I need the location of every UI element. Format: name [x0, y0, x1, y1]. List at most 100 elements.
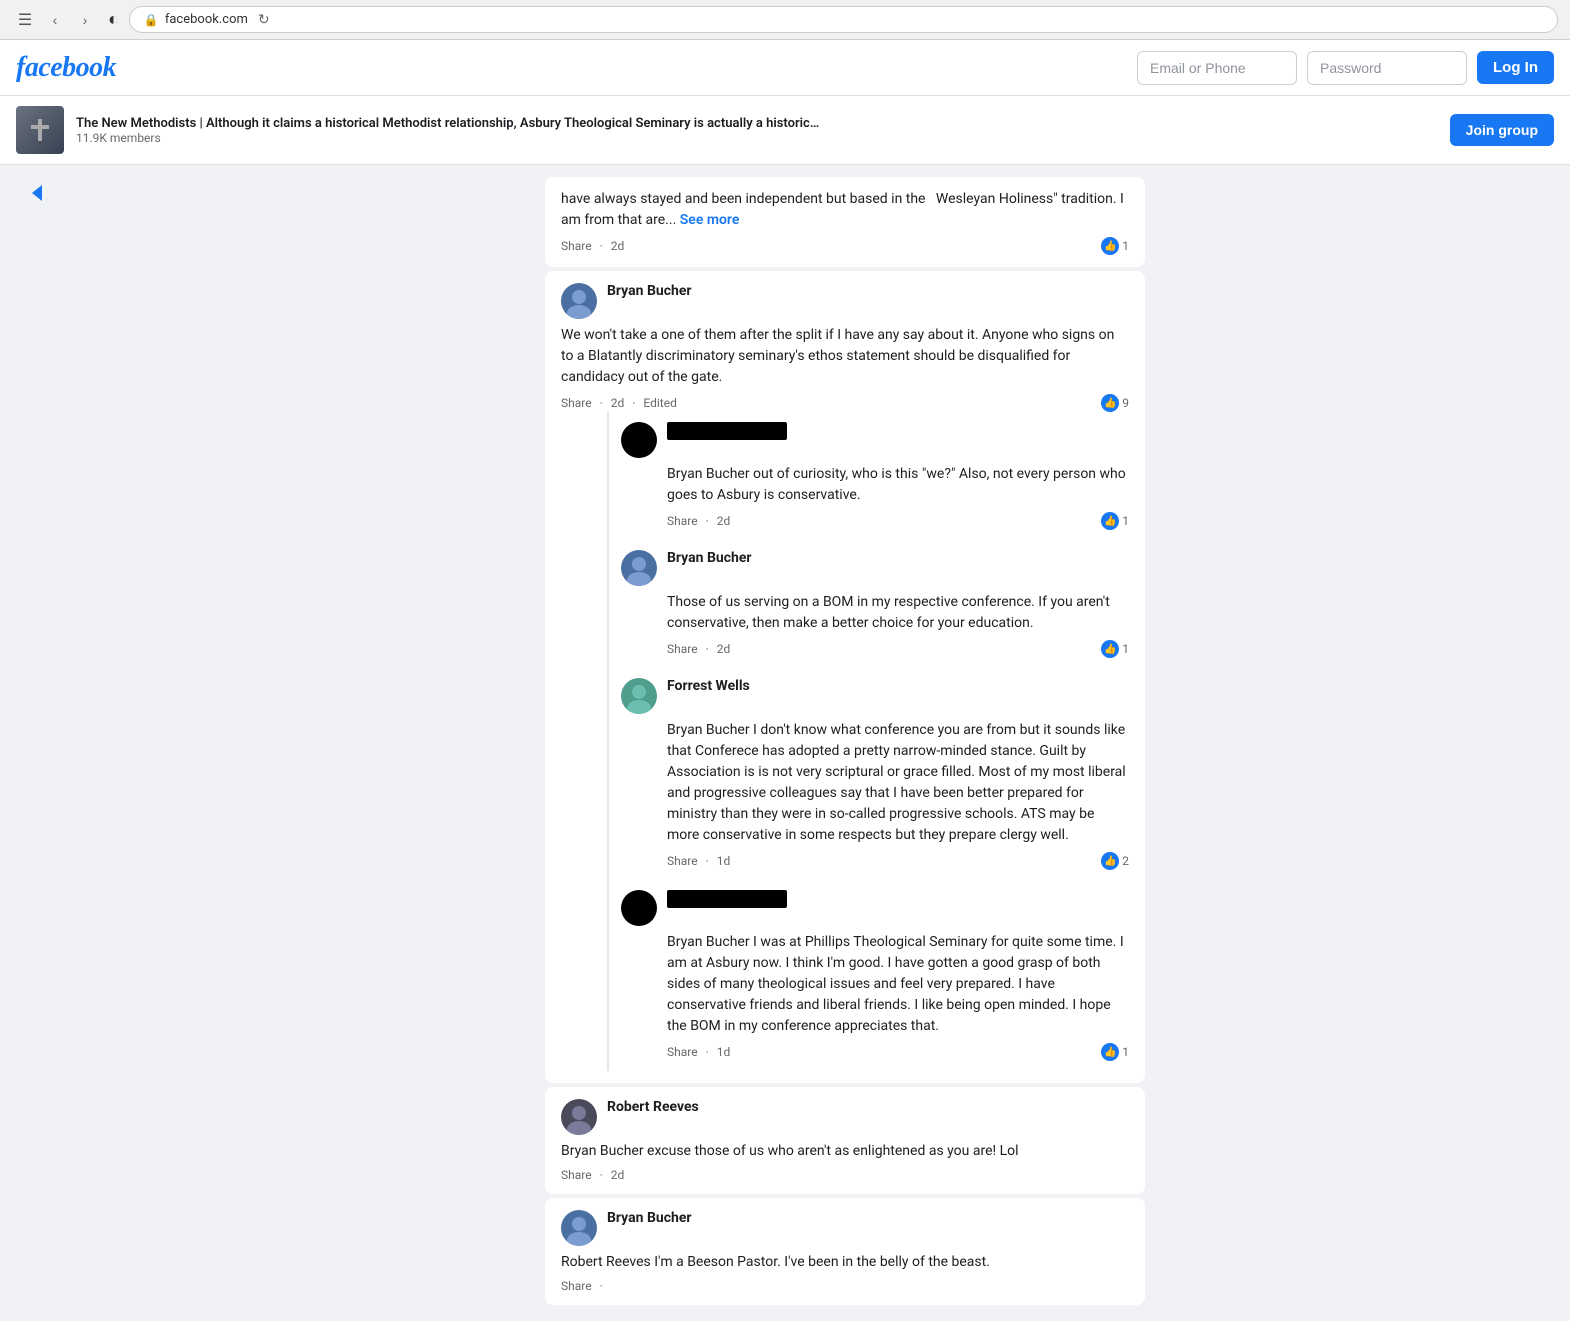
timestamp: 2d [611, 239, 625, 253]
avatar [621, 550, 657, 586]
group-name: The New Methodists | Although it claims … [76, 116, 826, 131]
comment-actions: Share · 1d 👍 2 [667, 852, 1129, 870]
comment-text: Those of us serving on a BOM in my respe… [667, 592, 1129, 634]
see-more-link[interactable]: See more [680, 212, 740, 228]
avatar [561, 1210, 597, 1246]
like-count: 👍 1 [1101, 640, 1129, 658]
comment-text: Bryan Bucher out of curiosity, who is th… [667, 464, 1129, 506]
comment-actions: Share · 1d 👍 1 [667, 1043, 1129, 1061]
comment-header [621, 422, 1129, 458]
like-count: 👍 2 [1101, 852, 1129, 870]
like-number: 9 [1122, 396, 1129, 410]
like-bubble: 👍 [1101, 394, 1119, 412]
lock-icon: 🔒 [144, 13, 159, 27]
comment-text: Robert Reeves I'm a Beeson Pastor. I've … [561, 1252, 1129, 1273]
comment-actions: Share · 2d [561, 1168, 1129, 1182]
forward-button[interactable]: › [72, 7, 98, 33]
content-area: have always stayed and been independent … [0, 165, 1570, 1321]
comment-text: Bryan Bucher I don't know what conferenc… [667, 720, 1129, 846]
comment-author: Bryan Bucher [607, 283, 692, 299]
browser-nav-buttons: ☰ ‹ › [12, 7, 98, 33]
group-avatar-inner [16, 106, 64, 154]
like-bubble: 👍 [1101, 640, 1119, 658]
group-avatar [16, 106, 64, 154]
comment-text: Bryan Bucher excuse those of us who aren… [561, 1141, 1129, 1162]
back-button[interactable]: ‹ [42, 7, 68, 33]
timestamp: 1d [717, 1045, 731, 1059]
like-number: 1 [1122, 1045, 1129, 1059]
join-group-button[interactable]: Join group [1450, 114, 1554, 146]
like-count: 👍 1 [1101, 512, 1129, 530]
share-link[interactable]: Share [667, 854, 698, 868]
share-link[interactable]: Share [561, 396, 592, 410]
avatar [561, 283, 597, 319]
page-wrapper: facebook Log In The New Methodists | Alt… [0, 40, 1570, 1321]
share-link[interactable]: Share [561, 239, 592, 253]
password-input[interactable] [1307, 51, 1467, 85]
browser-chrome: ☰ ‹ › ◐ 🔒 facebook.com ↻ [0, 0, 1570, 40]
group-info: The New Methodists | Although it claims … [76, 116, 1438, 145]
edited-label: Edited [643, 396, 676, 410]
like-number: 1 [1122, 514, 1129, 528]
comment-header: Forrest Wells [621, 678, 1129, 714]
truncated-comment: have always stayed and been independent … [545, 177, 1145, 267]
like-count: 👍 1 [1101, 237, 1129, 255]
back-arrow-button[interactable] [32, 185, 42, 201]
comment-text: Bryan Bucher I was at Phillips Theologic… [667, 932, 1129, 1037]
comment-card: Bryan Bucher Robert Reeves I'm a Beeson … [545, 1198, 1145, 1305]
avatar [561, 1099, 597, 1135]
contrast-icon: ◐ [108, 9, 119, 30]
share-link[interactable]: Share [667, 1045, 698, 1059]
email-input[interactable] [1137, 51, 1297, 85]
redacted-name [667, 890, 787, 908]
like-bubble: 👍 [1101, 1043, 1119, 1061]
like-number: 1 [1122, 239, 1129, 253]
timestamp: 2d [611, 1168, 625, 1182]
comment-card: Bryan Bucher We won't take a one of them… [545, 271, 1145, 1083]
share-link[interactable]: Share [561, 1168, 592, 1182]
comment-actions: Share · 2d · Edited 👍 9 [561, 394, 1129, 412]
left-sidebar [16, 165, 136, 1321]
timestamp: 1d [717, 854, 731, 868]
feed-center: have always stayed and been independent … [136, 165, 1554, 1321]
comment-actions: Share · 2d 👍 1 [667, 512, 1129, 530]
timestamp: 2d [717, 514, 731, 528]
fb-navbar: facebook Log In [0, 40, 1570, 96]
comment-card: Robert Reeves Bryan Bucher excuse those … [545, 1087, 1145, 1194]
like-bubble: 👍 [1101, 237, 1119, 255]
redacted-name [667, 422, 787, 440]
comment-text: We won't take a one of them after the sp… [561, 325, 1129, 388]
like-count: 👍 1 [1101, 1043, 1129, 1061]
nested-comment: Bryan Bucher out of curiosity, who is th… [621, 412, 1129, 540]
share-link[interactable]: Share [561, 1279, 592, 1293]
group-header-bar: The New Methodists | Although it claims … [0, 96, 1570, 165]
comment-actions: Share · [561, 1279, 1129, 1293]
comment-author: Forrest Wells [667, 678, 750, 694]
like-bubble: 👍 [1101, 852, 1119, 870]
share-link[interactable]: Share [667, 514, 698, 528]
comment-actions: Share · 2d 👍 1 [561, 237, 1129, 255]
refresh-button[interactable]: ↻ [258, 11, 270, 28]
comment-header: Bryan Bucher [621, 550, 1129, 586]
login-button[interactable]: Log In [1477, 51, 1554, 84]
nested-comment: Bryan Bucher I was at Phillips Theologic… [621, 880, 1129, 1071]
like-bubble: 👍 [1101, 512, 1119, 530]
like-number: 1 [1122, 642, 1129, 656]
navbar-right: Log In [1137, 51, 1554, 85]
share-link[interactable]: Share [667, 642, 698, 656]
sidebar-toggle-button[interactable]: ☰ [12, 7, 38, 33]
address-bar[interactable]: 🔒 facebook.com ↻ [129, 6, 1558, 33]
comment-author: Bryan Bucher [667, 550, 752, 566]
avatar [621, 678, 657, 714]
comment-header: Robert Reeves [561, 1099, 1129, 1135]
url-text: facebook.com [165, 12, 248, 27]
comment-actions: Share · 2d 👍 1 [667, 640, 1129, 658]
timestamp: 2d [717, 642, 731, 656]
group-members: 11.9K members [76, 131, 1438, 145]
timestamp: 2d [611, 396, 625, 410]
comment-author: Bryan Bucher [607, 1210, 692, 1226]
comment-header: Bryan Bucher [561, 1210, 1129, 1246]
like-count: 👍 9 [1101, 394, 1129, 412]
nested-comment: Bryan Bucher Those of us serving on a BO… [621, 540, 1129, 668]
avatar [621, 890, 657, 926]
